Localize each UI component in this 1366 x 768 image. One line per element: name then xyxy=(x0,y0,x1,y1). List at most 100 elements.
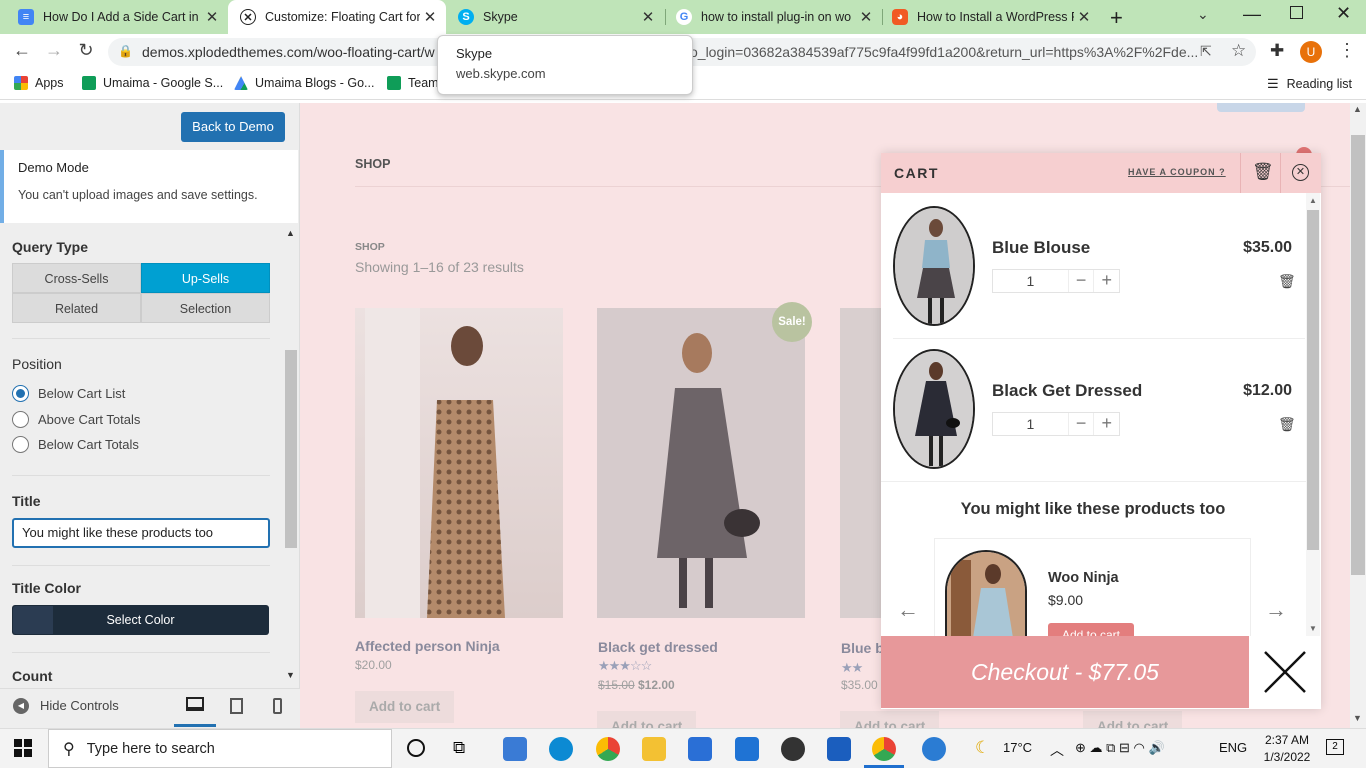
nav-shop[interactable]: SHOP xyxy=(355,157,390,171)
cart-item-name[interactable]: Black Get Dressed xyxy=(992,381,1142,401)
remove-item-icon[interactable]: 🗑 xyxy=(1278,416,1296,433)
tab-google[interactable]: G how to install plug-in on wo ✕ xyxy=(664,0,882,34)
cart-scrollbar-thumb[interactable] xyxy=(1307,210,1319,550)
product-name[interactable]: Blue b xyxy=(841,640,884,656)
product-image[interactable] xyxy=(597,308,805,618)
forward-arrow-icon[interactable]: → xyxy=(42,40,66,61)
desktop-preview-icon[interactable] xyxy=(186,697,204,711)
edge-icon[interactable] xyxy=(549,737,573,761)
cortana-icon[interactable] xyxy=(407,739,425,757)
chrome-profile-icon[interactable] xyxy=(872,737,896,761)
cart-item-name[interactable]: Blue Blouse xyxy=(992,238,1090,258)
scroll-up-icon[interactable]: ▲ xyxy=(1353,104,1362,114)
add-to-cart-button[interactable]: Add to cart xyxy=(1083,711,1183,728)
temperature[interactable]: 17°C xyxy=(1003,740,1032,755)
plus-icon[interactable]: + xyxy=(1093,413,1119,435)
bookmark-star-icon[interactable]: ☆ xyxy=(1231,41,1246,61)
bookmark-apps[interactable]: Apps xyxy=(14,76,64,90)
upsell-add-to-cart-button[interactable]: Add to cart xyxy=(1048,623,1134,636)
radio-icon[interactable] xyxy=(12,436,29,453)
notifications-icon[interactable]: 2 xyxy=(1326,739,1344,755)
profile-avatar[interactable]: U xyxy=(1300,41,1322,63)
tab-docs[interactable]: ≡ How Do I Add a Side Cart in W ✕ xyxy=(6,0,228,34)
clock-time[interactable]: 2:37 AM xyxy=(1262,733,1312,747)
product-name[interactable]: Black get dressed xyxy=(598,639,718,655)
scroll-down-icon[interactable]: ▼ xyxy=(286,670,295,680)
chrome-icon[interactable] xyxy=(596,737,620,761)
quantity-value[interactable]: 1 xyxy=(993,413,1068,435)
header-button-fragment[interactable] xyxy=(1217,103,1305,112)
task-view-icon[interactable]: ⧉ xyxy=(453,738,465,758)
taskbar-search[interactable]: ⚲ Type here to search xyxy=(48,729,392,768)
product-name[interactable]: Affected person Ninja xyxy=(355,638,500,654)
product-image[interactable] xyxy=(355,308,563,618)
close-cart-icon[interactable]: ✕ xyxy=(1292,164,1309,181)
hide-controls-icon[interactable]: ◀ xyxy=(13,698,29,714)
minus-icon[interactable]: − xyxy=(1067,270,1094,292)
bookmark-team[interactable]: Team xyxy=(387,76,439,90)
plus-icon[interactable]: + xyxy=(1093,270,1119,292)
checkout-button[interactable]: Checkout - $77.05 xyxy=(881,636,1249,708)
tray-chevron-icon[interactable]: ︿ xyxy=(1050,740,1064,760)
tab-wpbeginner[interactable]: ◕ How to Install a WordPress P ✕ xyxy=(880,0,1100,34)
close-icon[interactable] xyxy=(1249,636,1321,708)
reading-list[interactable]: ☰ Reading list xyxy=(1267,76,1352,92)
close-icon[interactable]: ✕ xyxy=(856,8,876,26)
radio-icon[interactable] xyxy=(12,411,29,428)
scroll-up-icon[interactable]: ▲ xyxy=(1309,196,1317,205)
query-type-selection[interactable]: Selection xyxy=(141,293,270,323)
product-image[interactable] xyxy=(840,308,882,618)
minimize-icon[interactable]: — xyxy=(1243,4,1261,25)
add-to-cart-button[interactable]: Add to cart xyxy=(597,711,697,728)
menu-icon[interactable]: ⋮ xyxy=(1338,40,1356,61)
query-type-related[interactable]: Related xyxy=(12,293,141,323)
cart-close-button[interactable] xyxy=(1249,636,1321,708)
trash-icon[interactable]: 🗑 xyxy=(1252,162,1274,182)
app-icon[interactable] xyxy=(781,737,805,761)
tab-search-icon[interactable]: ⌄ xyxy=(1197,6,1209,23)
bookmark-drive[interactable]: Umaima Blogs - Go... xyxy=(234,76,374,90)
scroll-down-icon[interactable]: ▼ xyxy=(1353,713,1362,723)
carousel-next-icon[interactable]: → xyxy=(1265,597,1287,623)
scroll-up-icon[interactable]: ▲ xyxy=(286,228,295,238)
back-to-demo-button[interactable]: Back to Demo xyxy=(181,112,285,142)
upsell-item-name[interactable]: Woo Ninja xyxy=(1048,570,1119,586)
word-icon[interactable] xyxy=(827,737,851,761)
windows-start-icon[interactable] xyxy=(14,739,32,757)
bookmark-sheets[interactable]: Umaima - Google S... xyxy=(82,76,223,90)
close-icon[interactable]: ✕ xyxy=(420,8,440,26)
add-to-cart-button[interactable]: Add to cart xyxy=(840,711,940,728)
app-icon[interactable] xyxy=(503,737,527,761)
quantity-value[interactable]: 1 xyxy=(993,270,1068,292)
mail-icon[interactable] xyxy=(735,737,759,761)
back-arrow-icon[interactable]: ← xyxy=(10,40,34,61)
help-icon[interactable] xyxy=(922,737,946,761)
close-icon[interactable]: ✕ xyxy=(202,8,222,26)
hide-controls-label[interactable]: Hide Controls xyxy=(40,698,119,713)
position-below-cart-totals[interactable]: Below Cart Totals xyxy=(12,436,139,453)
store-icon[interactable] xyxy=(688,737,712,761)
reload-icon[interactable]: ↻ xyxy=(74,40,98,61)
title-input[interactable]: You might like these products too xyxy=(12,518,270,548)
query-type-cross-sells[interactable]: Cross-Sells xyxy=(12,263,141,293)
scroll-down-icon[interactable]: ▼ xyxy=(1309,624,1317,633)
tablet-preview-icon[interactable] xyxy=(230,698,243,714)
color-swatch[interactable] xyxy=(13,606,53,634)
share-icon[interactable]: ⇱ xyxy=(1200,43,1212,60)
query-type-up-sells[interactable]: Up-Sells xyxy=(141,263,270,293)
add-to-cart-button[interactable]: Add to cart xyxy=(355,691,455,723)
extensions-icon[interactable]: ✚ xyxy=(1270,41,1284,61)
panel-scrollbar-thumb[interactable] xyxy=(285,350,297,548)
tab-customize[interactable]: ✕ Customize: Floating Cart for W ✕ xyxy=(228,0,446,34)
quantity-stepper[interactable]: 1 − + xyxy=(992,269,1120,293)
position-below-cart-list[interactable]: Below Cart List xyxy=(12,385,125,402)
lock-icon[interactable]: 🔒 xyxy=(118,44,133,58)
mobile-preview-icon[interactable] xyxy=(273,698,282,714)
window-close-icon[interactable]: ✕ xyxy=(1336,3,1351,24)
quantity-stepper[interactable]: 1 − + xyxy=(992,412,1120,436)
coupon-link[interactable]: HAVE A COUPON ? xyxy=(1128,167,1226,177)
new-tab-icon[interactable]: + xyxy=(1110,5,1123,31)
restore-icon[interactable] xyxy=(1290,6,1303,19)
tab-skype[interactable]: S Skype ✕ xyxy=(446,0,664,34)
carousel-prev-icon[interactable]: ← xyxy=(897,597,919,623)
